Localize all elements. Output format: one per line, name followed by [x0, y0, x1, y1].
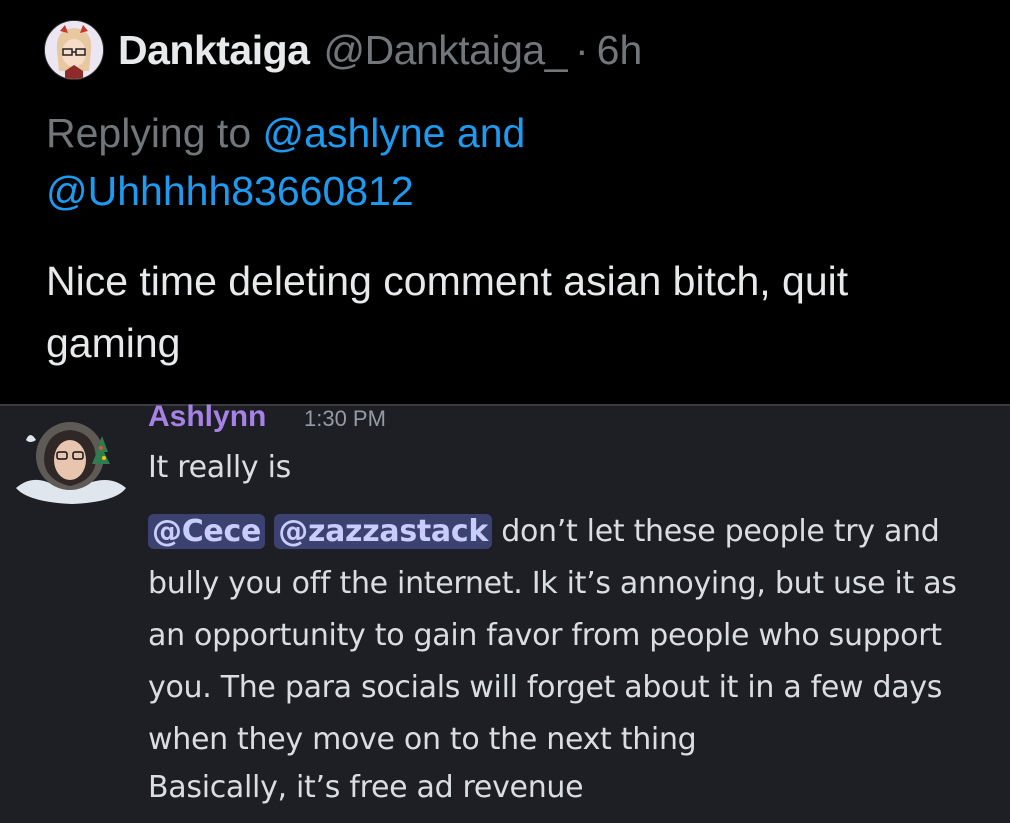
reply-mention-link[interactable]: @ashlyne	[263, 110, 446, 156]
tweet-handle[interactable]: @Danktaiga_	[323, 27, 567, 74]
discord-message-text: don’t let these people try and bully you…	[148, 514, 957, 757]
discord-avatar[interactable]	[12, 410, 130, 506]
discord-message: Ashlynn 1:30 PM It really is @Cece @zazz…	[0, 400, 1010, 823]
tweet-display-name[interactable]: Danktaiga	[118, 27, 310, 74]
reply-and-link[interactable]: and	[457, 110, 525, 156]
tweet-timestamp[interactable]: 6h	[597, 27, 643, 74]
reply-mention-link[interactable]: @Uhhhhh83660812	[46, 168, 414, 214]
tweet-header: Danktaiga @Danktaiga_ · 6h	[44, 20, 642, 80]
user-mention-chip[interactable]: @Cece	[148, 514, 265, 549]
tweet-card[interactable]: Danktaiga @Danktaiga_ · 6h Replying to @…	[0, 0, 1010, 404]
user-mention-chip[interactable]: @zazzastack	[274, 514, 492, 549]
discord-message-line: Basically, it’s free ad revenue	[148, 770, 584, 805]
anime-avatar-icon	[45, 21, 103, 79]
replying-to-label: Replying to	[46, 110, 252, 156]
discord-message-block: @Cece @zazzastack don’t let these people…	[148, 506, 998, 766]
discord-message-line: It really is	[148, 450, 291, 485]
tweet-avatar[interactable]	[44, 20, 104, 80]
tweet-body: Nice time deleting comment asian bitch, …	[46, 258, 849, 366]
tweet-separator: ·	[575, 26, 589, 73]
user-photo-avatar-icon	[16, 422, 126, 504]
discord-username[interactable]: Ashlynn	[148, 400, 266, 434]
replying-to-line: Replying to @ashlyne and @Uhhhhh83660812	[46, 104, 966, 220]
discord-timestamp: 1:30 PM	[304, 406, 386, 431]
